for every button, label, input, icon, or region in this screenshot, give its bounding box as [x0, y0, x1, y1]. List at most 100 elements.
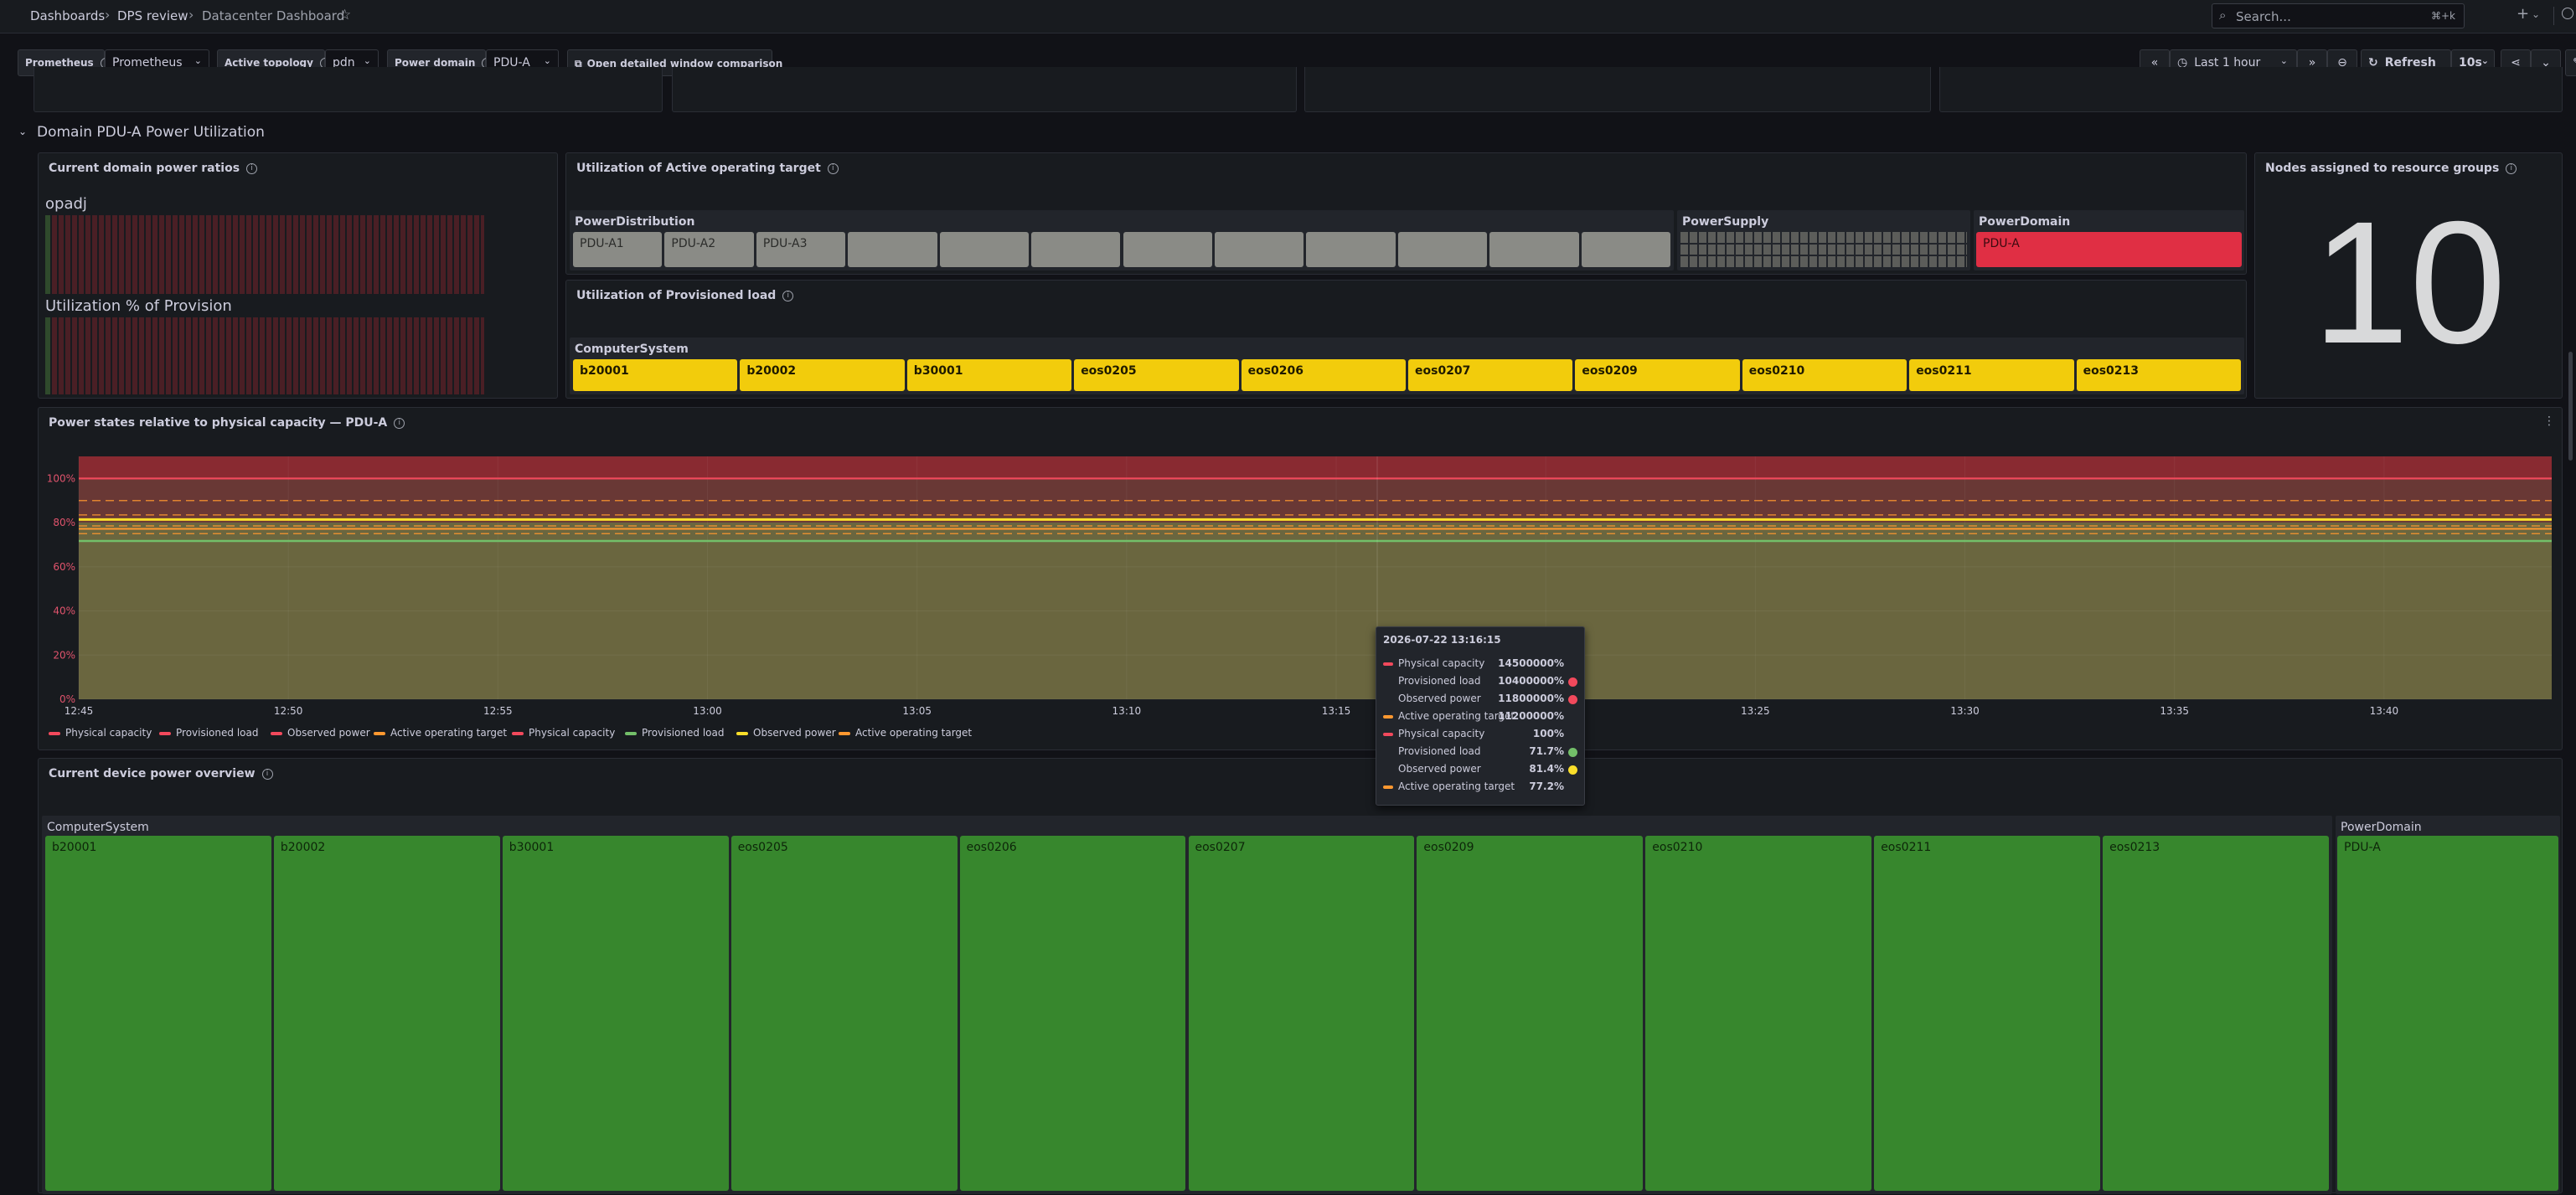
star-icon[interactable]: ☆ [338, 7, 351, 23]
device-cell[interactable]: b30001 [502, 836, 729, 1191]
distribution-cell[interactable] [1397, 232, 1488, 267]
edit-icon: ✎ [2573, 56, 2576, 70]
info-icon[interactable]: i [827, 162, 839, 174]
distribution-cell[interactable]: PDU-A1 [573, 232, 663, 267]
provisioned-cell[interactable]: eos0209 [1575, 359, 1740, 391]
provisioned-cell[interactable]: b30001 [906, 359, 1072, 391]
device-cell[interactable]: eos0205 [730, 836, 958, 1191]
tooltip-row: Active operating target 11200000% [1383, 710, 1579, 727]
group-label: ComputerSystem [575, 343, 689, 356]
tooltip-series-marker [1383, 750, 1393, 754]
legend-item[interactable]: Observed power [271, 727, 370, 739]
legend-swatch [159, 731, 171, 735]
info-icon[interactable]: i [261, 768, 273, 780]
provisioned-cell[interactable]: eos0205 [1074, 359, 1239, 391]
bar-gauge-label-utilization: Utilization % of Provision [45, 297, 232, 315]
device-cell[interactable]: b20002 [273, 836, 500, 1191]
info-icon[interactable]: i [2506, 162, 2517, 174]
row-title[interactable]: Domain PDU-A Power Utilization [37, 124, 265, 141]
breadcrumb-current: Datacenter Dashboard [202, 8, 345, 23]
provisioned-cell[interactable]: eos0213 [2076, 359, 2241, 391]
domain-cell[interactable]: PDU-A [1976, 232, 2242, 267]
distribution-cell[interactable] [1031, 232, 1121, 267]
tooltip-series-name: Observed power [1398, 693, 1481, 704]
search-input[interactable]: ⌕ Search... ⌘+k [2212, 3, 2465, 28]
provisioned-cell[interactable]: eos0207 [1408, 359, 1573, 391]
legend-item[interactable]: Active operating target [839, 727, 972, 739]
info-icon[interactable]: i [782, 290, 794, 301]
y-tick-label: 80% [53, 517, 75, 528]
distribution-cell[interactable]: PDU-A3 [756, 232, 846, 267]
tooltip-series-marker [1383, 662, 1393, 666]
legend-label: Physical capacity [65, 727, 152, 739]
distribution-cell[interactable] [848, 232, 937, 267]
distribution-cell[interactable] [1306, 232, 1396, 267]
scrollbar-thumb[interactable] [2568, 352, 2573, 461]
group-label: PowerDomain [1979, 215, 2071, 229]
tooltip-row: Physical capacity 100% [1383, 728, 1579, 744]
provisioned-cell[interactable]: eos0206 [1241, 359, 1406, 391]
distribution-cell[interactable] [1214, 232, 1304, 267]
group-label: PowerDomain [2341, 821, 2422, 834]
info-icon[interactable]: i [246, 162, 258, 174]
power-states-chart[interactable]: 0% 20% 40% 60% 80% 100% 12:45 12:50 12:55 13:00 13… [39, 408, 2563, 751]
legend-item[interactable]: Active operating target [374, 727, 507, 739]
add-icon[interactable]: + [2517, 5, 2529, 23]
provisioned-cell[interactable]: b20002 [740, 359, 905, 391]
legend-swatch [49, 731, 60, 735]
x-tick-label: 13:40 [2370, 705, 2399, 717]
legend-item[interactable]: Physical capacity [49, 727, 152, 739]
chevron-down-icon: ⌄ [2480, 55, 2489, 66]
x-tick-label: 13:15 [1322, 705, 1351, 717]
legend-label: Active operating target [390, 727, 508, 739]
tooltip-status-dot [1568, 765, 1577, 775]
legend-item[interactable]: Provisioned load [159, 727, 258, 739]
bar-gauge-label-opadj: opadj [45, 195, 87, 213]
x-tick-label: 13:05 [902, 705, 932, 717]
distribution-cell[interactable] [1581, 232, 1670, 267]
breadcrumb-dps-review[interactable]: DPS review [117, 8, 188, 23]
tooltip-series-marker [1383, 698, 1393, 701]
device-cell[interactable]: eos0206 [959, 836, 1186, 1191]
device-cell[interactable]: eos0213 [2103, 836, 2329, 1191]
previous-panel-3 [1304, 67, 1931, 112]
power-supply-cells[interactable] [1680, 232, 1967, 267]
provisioned-cell[interactable]: eos0210 [1742, 359, 1907, 391]
device-cell[interactable]: b20001 [45, 836, 271, 1191]
bar-gauge-fill [45, 317, 52, 394]
device-cell-pdu-a[interactable]: PDU-A [2337, 836, 2558, 1191]
legend-label: Provisioned load [642, 727, 725, 739]
device-cell[interactable]: eos0209 [1417, 836, 1644, 1191]
y-tick-label: 40% [53, 605, 75, 617]
legend-item[interactable]: Physical capacity [512, 727, 615, 739]
legend-swatch [374, 731, 385, 735]
panel-title: Nodes assigned to resource groups i [2265, 162, 2517, 175]
panel-power-states-chart: Power states relative to physical capaci… [38, 407, 2563, 750]
distribution-cell[interactable] [1489, 232, 1579, 267]
edit-button[interactable]: ✎ [2565, 49, 2576, 76]
breadcrumb-dashboards[interactable]: Dashboards [30, 8, 105, 23]
tooltip-series-value: 10400000% [1498, 675, 1564, 687]
tooltip-series-name: Active operating target [1398, 780, 1515, 792]
device-cell[interactable]: eos0207 [1188, 836, 1415, 1191]
legend-item[interactable]: Provisioned load [625, 727, 724, 739]
row-collapse-chevron-icon[interactable]: ⌄ [18, 126, 27, 137]
device-cell[interactable]: eos0211 [1874, 836, 2101, 1191]
distribution-cell[interactable]: PDU-A2 [664, 232, 754, 267]
distribution-cell[interactable] [939, 232, 1030, 267]
chevron-down-icon: ⌄ [363, 55, 371, 66]
breadcrumb-separator: › [188, 7, 194, 23]
distribution-cell[interactable] [1123, 232, 1212, 267]
device-cell[interactable]: eos0210 [1645, 836, 1872, 1191]
user-avatar-icon[interactable] [2562, 8, 2573, 19]
previous-panel-2 [672, 67, 1297, 112]
panel-title: Utilization of Active operating target i [576, 162, 839, 175]
chevron-down-icon[interactable]: ⌄ [2532, 8, 2540, 20]
provisioned-cell[interactable]: b20001 [573, 359, 738, 391]
tooltip-series-value: 71.7% [1529, 745, 1564, 757]
tooltip-series-value: 81.4% [1529, 763, 1564, 775]
provisioned-cell[interactable]: eos0211 [1909, 359, 2074, 391]
tooltip-series-marker [1383, 768, 1393, 771]
legend-item[interactable]: Observed power [736, 727, 836, 739]
previous-panel-4 [1939, 67, 2563, 112]
